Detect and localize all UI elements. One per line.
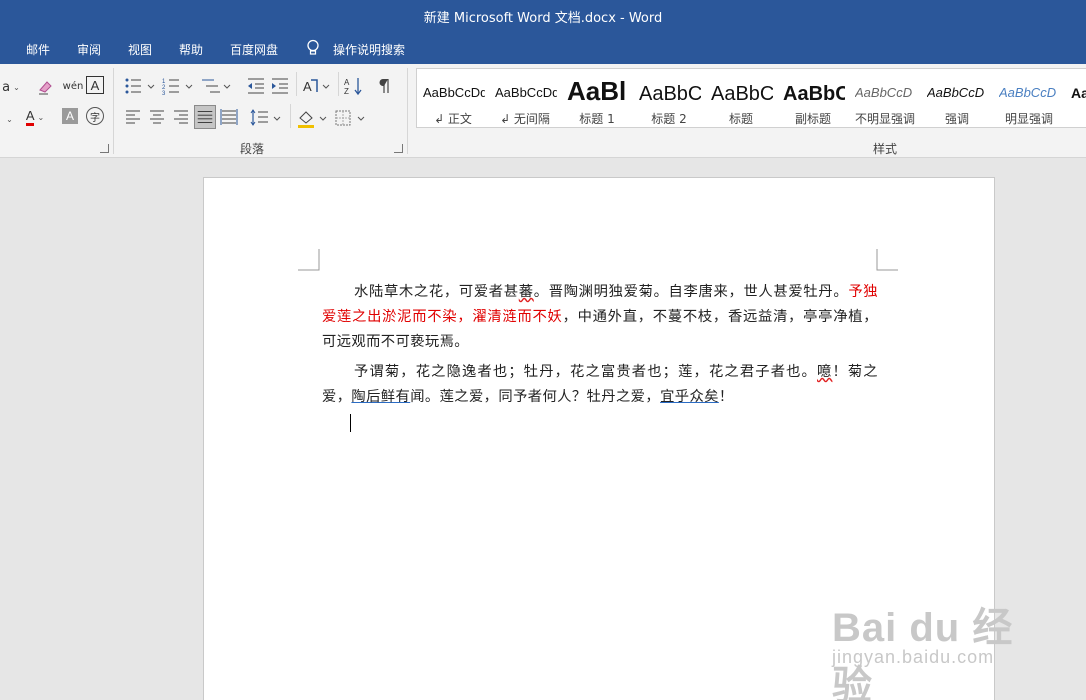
svg-text:Z: Z <box>344 87 349 96</box>
style-emphasis[interactable]: AaBbCcD 强调 <box>921 69 993 127</box>
increase-indent-icon[interactable] <box>270 76 290 96</box>
margin-corner-mark <box>298 249 320 271</box>
character-shading-icon[interactable]: A <box>62 108 78 124</box>
styles-group-label: 样式 <box>873 142 898 156</box>
separator <box>407 68 408 154</box>
bullets-icon[interactable] <box>124 76 158 96</box>
separator <box>290 104 291 128</box>
clear-formatting-icon[interactable] <box>36 77 56 97</box>
tab-view[interactable]: 视图 <box>128 41 152 58</box>
style-strong[interactable]: Aa <box>1065 69 1086 127</box>
svg-text:A: A <box>344 78 350 87</box>
shading-icon[interactable] <box>296 108 330 128</box>
align-center-icon[interactable] <box>148 108 166 126</box>
tab-mailings[interactable]: 邮件 <box>26 41 50 58</box>
sort-icon[interactable]: A Z <box>344 76 366 96</box>
style-heading-2[interactable]: AaBbC 标题 2 <box>633 69 705 127</box>
spelling-flag: 蕃 <box>518 284 534 300</box>
styles-gallery: AaBbCcDd ↲ 正文 AaBbCcDd ↲ 无间隔 AaBl 标题 1 A… <box>416 68 1086 128</box>
ribbon: a ⌄ wén A ⌄ A ⌄ A 字 1 2 3 A A Z 段落 AaBbC… <box>0 64 1086 158</box>
character-border-icon[interactable]: A <box>86 76 104 94</box>
separator <box>338 72 339 96</box>
svg-text:A: A <box>303 79 312 94</box>
paragraph-1[interactable]: 水陆草木之花，可爱者甚蕃。晋陶渊明独爱菊。自李唐来，世人甚爱牡丹。予独爱莲之出淤… <box>322 280 878 355</box>
borders-icon[interactable] <box>334 108 368 128</box>
style-normal[interactable]: AaBbCcDd ↲ 正文 <box>417 69 489 127</box>
underlined-text: 陶后鲜有 <box>351 389 411 405</box>
align-left-icon[interactable] <box>124 108 142 126</box>
paragraph-2[interactable]: 予谓菊，花之隐逸者也；牡丹，花之富贵者也；莲，花之君子者也。噫！菊之爱，陶后鲜有… <box>322 360 878 410</box>
text-cursor <box>350 414 351 432</box>
margin-corner-mark <box>876 249 898 271</box>
font-size-dropdown[interactable]: a ⌄ <box>0 76 22 98</box>
enclose-characters-icon[interactable]: 字 <box>86 107 104 125</box>
font-dialog-launcher-icon[interactable] <box>100 144 109 153</box>
style-heading-1[interactable]: AaBl 标题 1 <box>561 69 633 127</box>
style-intense-emphasis[interactable]: AaBbCcD 明显强调 <box>993 69 1065 127</box>
decrease-indent-icon[interactable] <box>246 76 266 96</box>
highlight-color-dropdown[interactable]: ⌄ <box>0 108 16 130</box>
chinese-layout-icon[interactable]: A <box>302 76 332 96</box>
underlined-text: 宜乎众矣 <box>660 389 719 405</box>
svg-text:3: 3 <box>162 91 166 96</box>
distributed-icon[interactable] <box>220 108 238 126</box>
font-color-icon[interactable]: A ⌄ <box>22 106 48 128</box>
separator <box>113 68 114 154</box>
spelling-flag: 噫 <box>817 364 833 380</box>
lightbulb-icon[interactable] <box>306 39 320 57</box>
window-title: 新建 Microsoft Word 文档.docx - Word <box>423 11 663 26</box>
show-marks-icon[interactable] <box>376 76 396 96</box>
baidu-jingyan-watermark: Bai du 经验 jingyan.baidu.com <box>832 606 1014 700</box>
style-subtle-emphasis[interactable]: AaBbCcD 不明显强调 <box>849 69 921 127</box>
tell-me-search[interactable]: 操作说明搜索 <box>333 41 405 58</box>
style-subtitle[interactable]: AaBbC 副标题 <box>777 69 849 127</box>
word-window: 新建 Microsoft Word 文档.docx - Word 邮件 审阅 视… <box>0 0 1086 700</box>
tab-help[interactable]: 帮助 <box>179 41 203 58</box>
line-spacing-icon[interactable] <box>250 108 284 128</box>
ribbon-tabs: 邮件 审阅 视图 帮助 百度网盘 操作说明搜索 <box>0 32 1086 64</box>
style-title[interactable]: AaBbC 标题 <box>705 69 777 127</box>
style-no-spacing[interactable]: AaBbCcDd ↲ 无间隔 <box>489 69 561 127</box>
phonetic-guide-icon[interactable]: wén <box>62 75 84 97</box>
tab-review[interactable]: 审阅 <box>77 41 101 58</box>
paragraph-dialog-launcher-icon[interactable] <box>394 144 403 153</box>
multilevel-list-icon[interactable] <box>200 76 234 96</box>
numbering-icon[interactable]: 1 2 3 <box>162 76 196 96</box>
title-bar: 新建 Microsoft Word 文档.docx - Word <box>0 0 1086 32</box>
paragraph-group-label: 段落 <box>240 142 265 156</box>
separator <box>296 72 297 96</box>
align-right-icon[interactable] <box>172 108 190 126</box>
justify-icon[interactable] <box>194 105 216 129</box>
tab-baidu-netdisk[interactable]: 百度网盘 <box>230 41 278 58</box>
